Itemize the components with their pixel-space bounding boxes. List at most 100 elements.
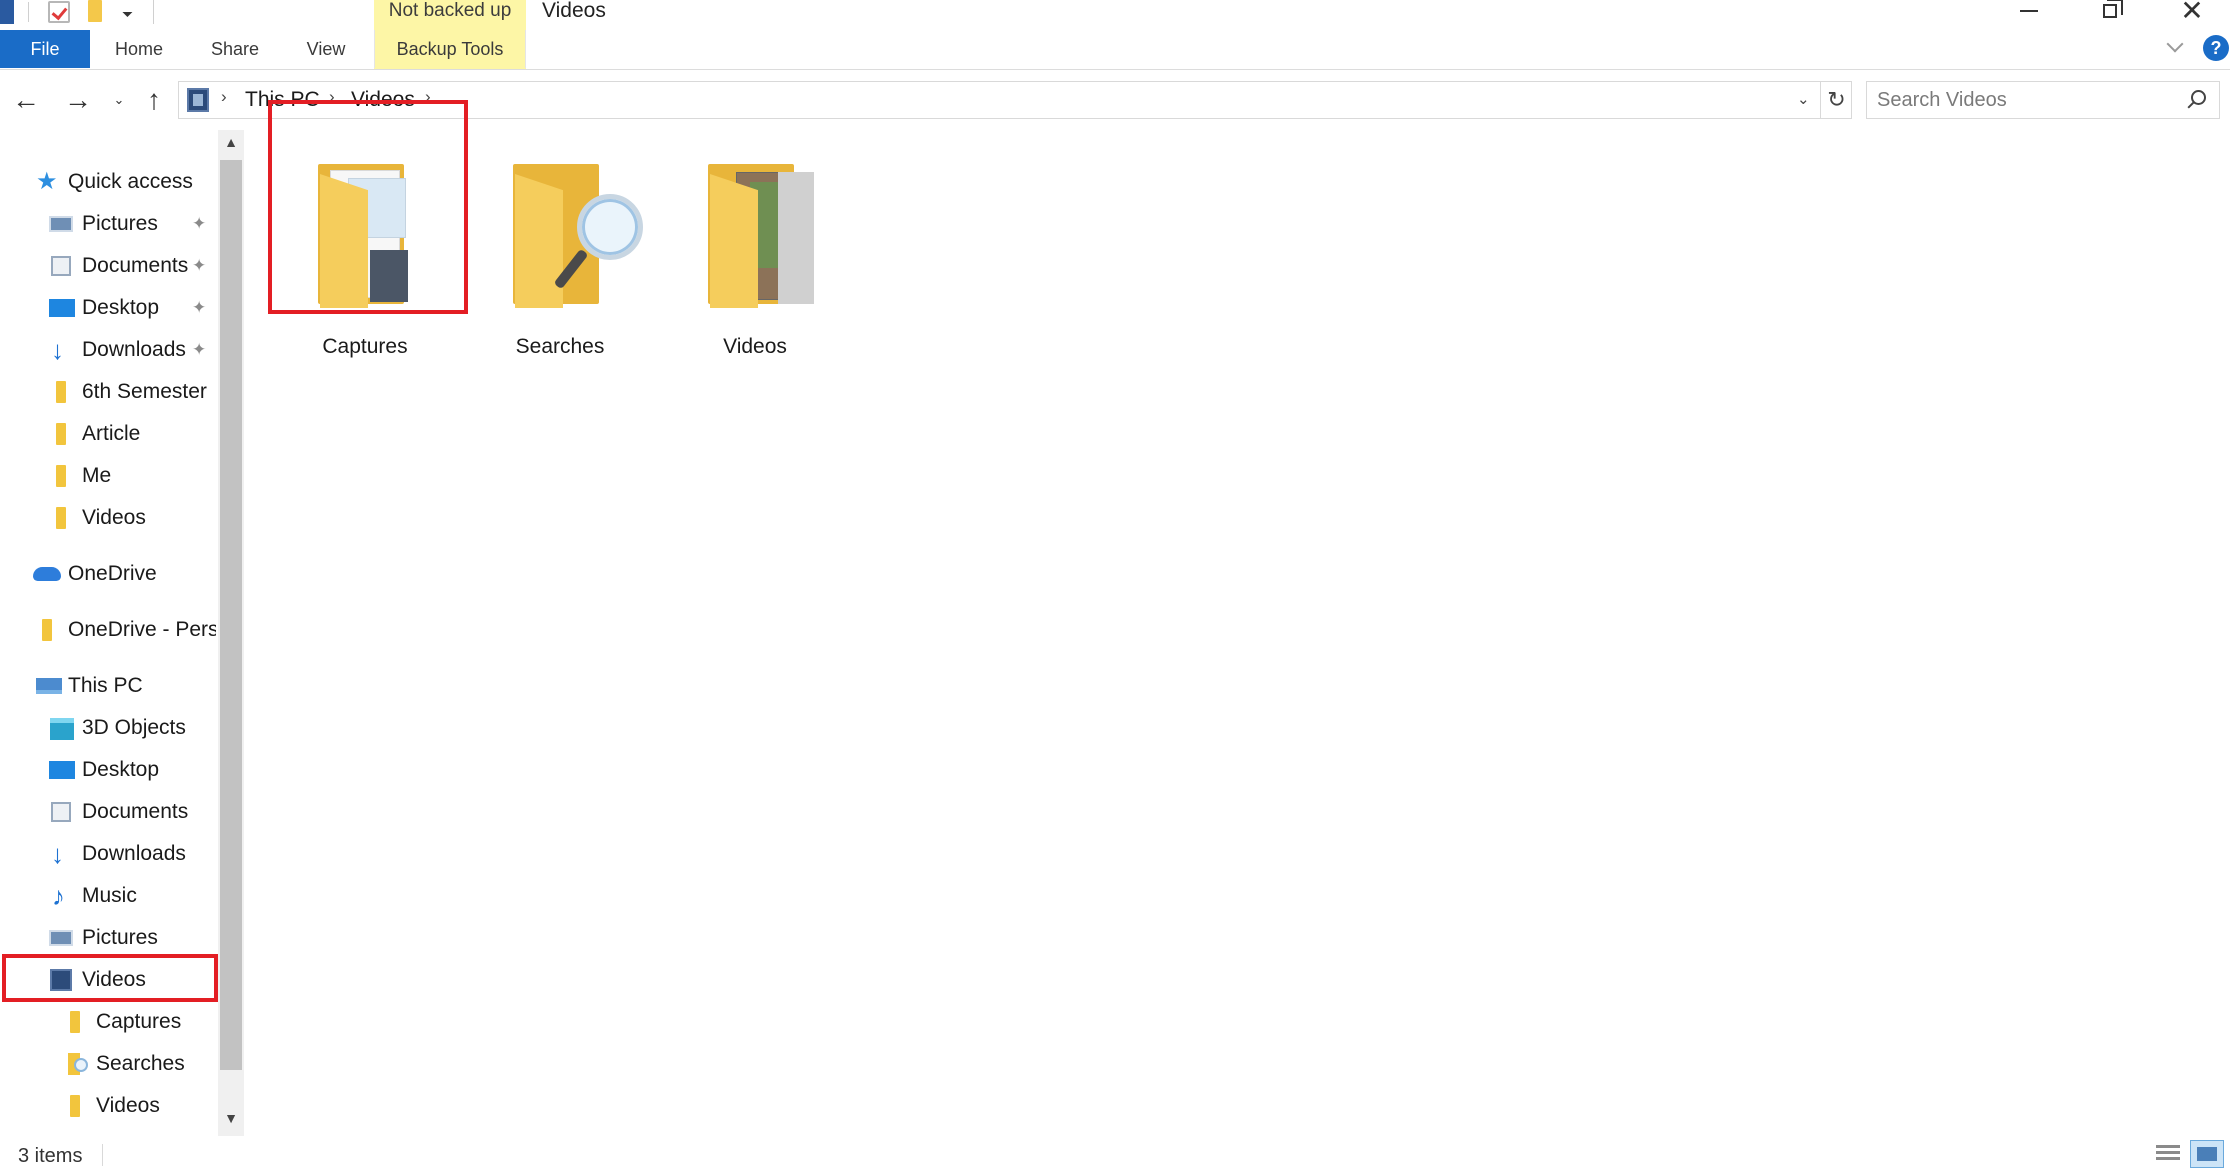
expand-ribbon-chevron-icon[interactable] — [2166, 38, 2184, 56]
status-divider — [102, 1144, 103, 1166]
item-count: 3 items — [18, 1145, 83, 1167]
nav-item-this-pc[interactable]: This PC — [0, 666, 216, 706]
nav-item-label: Downloads — [82, 338, 186, 361]
minimize-button[interactable] — [1999, 0, 2059, 22]
nav-item-captures[interactable]: Captures — [0, 1002, 216, 1042]
desktop-icon — [49, 761, 75, 779]
tab-backup-tools[interactable]: Backup Tools — [374, 30, 526, 68]
folder-icon — [56, 381, 66, 403]
scroll-down-icon[interactable]: ▼ — [218, 1110, 244, 1132]
nav-item-quick-access[interactable]: ★ Quick access — [0, 162, 216, 202]
ribbon: File Home Share View Backup Tools ? — [0, 26, 2230, 70]
toolbar-divider — [28, 2, 29, 22]
nav-item-downloads[interactable]: ↓ Downloads — [0, 834, 216, 874]
nav-item-label: Music — [82, 884, 137, 907]
folder-label: Videos — [723, 335, 787, 358]
file-list-area: Captures Searches Videos — [250, 100, 2230, 1136]
breadcrumb-chevron-icon[interactable]: › — [221, 87, 227, 107]
music-icon: ♪ — [52, 881, 65, 911]
folder-tile-videos[interactable]: Videos — [660, 154, 850, 358]
recent-locations-button[interactable]: ⌄ — [108, 84, 130, 116]
nav-item-label: Documents — [82, 800, 189, 823]
help-button[interactable]: ? — [2203, 35, 2229, 61]
nav-item-onedrive[interactable]: OneDrive — [0, 554, 216, 594]
pin-icon: ✦ — [192, 298, 207, 317]
search-icon[interactable] — [2185, 89, 2207, 111]
nav-item-label: Downloads — [82, 842, 186, 865]
downloads-icon: ↓ — [51, 335, 64, 365]
folder-icon — [56, 507, 66, 529]
folder-front — [710, 174, 758, 308]
nav-item-videos-quick[interactable]: Videos — [0, 498, 216, 538]
nav-item-documents-pinned[interactable]: Documents ✦ — [0, 246, 216, 286]
computer-icon — [36, 678, 62, 694]
back-arrow-icon: ← — [12, 84, 40, 115]
pin-icon: ✦ — [192, 340, 207, 359]
videos-highlight-box — [2, 954, 218, 1002]
back-button[interactable]: ← — [10, 84, 42, 116]
customize-dropdown-icon[interactable]: ⏷ — [122, 6, 133, 23]
nav-item-searches[interactable]: Searches — [0, 1044, 216, 1084]
folder-icon — [42, 619, 52, 641]
search-input[interactable] — [1877, 86, 2177, 114]
nav-item-desktop[interactable]: Desktop — [0, 750, 216, 790]
captures-highlight-box — [268, 100, 468, 314]
forward-arrow-icon: → — [64, 84, 92, 115]
nav-item-desktop-pinned[interactable]: Desktop ✦ — [0, 288, 216, 328]
window-title: Videos — [542, 0, 606, 22]
nav-item-me[interactable]: Me — [0, 456, 216, 496]
app-icon[interactable] — [0, 0, 14, 24]
close-button[interactable]: ✕ — [2162, 0, 2222, 26]
documents-icon — [51, 802, 71, 822]
details-view-icon[interactable] — [2154, 1142, 2182, 1166]
nav-item-music[interactable]: ♪ Music — [0, 876, 216, 916]
new-folder-icon[interactable] — [88, 0, 102, 22]
nav-item-3d-objects[interactable]: 3D Objects — [0, 708, 216, 748]
nav-item-6th-semester[interactable]: 6th Semester — [0, 372, 216, 412]
folder-tile-searches[interactable]: Searches — [465, 154, 655, 358]
downloads-icon: ↓ — [51, 839, 64, 869]
properties-icon[interactable] — [48, 1, 70, 23]
restore-button[interactable] — [2080, 0, 2140, 22]
tab-view[interactable]: View — [288, 30, 364, 68]
folder-label: Captures — [322, 335, 408, 358]
nav-item-onedrive-personal[interactable]: OneDrive - Pers — [0, 610, 216, 650]
nav-item-label: Desktop — [82, 296, 160, 319]
nav-item-videos-sub[interactable]: Videos — [0, 1086, 216, 1126]
documents-icon — [51, 256, 71, 276]
up-button[interactable]: ↑ — [140, 84, 168, 116]
nav-item-label: Pictures — [82, 926, 158, 949]
star-icon: ★ — [36, 168, 58, 195]
videos-library-icon — [187, 88, 209, 112]
nav-item-pictures-pinned[interactable]: Pictures ✦ — [0, 204, 216, 244]
file-explorer-window: ⏷ Not backed up Videos ✕ File Home Share… — [0, 0, 2230, 1173]
tab-home[interactable]: Home — [100, 30, 178, 68]
nav-item-label: 3D Objects — [82, 716, 186, 739]
refresh-button[interactable]: ↻ — [1820, 82, 1852, 118]
tab-file[interactable]: File — [0, 30, 90, 68]
folder-front — [515, 174, 563, 308]
search-box[interactable] — [1866, 81, 2220, 119]
video-thumbnail — [778, 172, 814, 304]
contextual-tab-group-label: Not backed up — [388, 0, 512, 21]
cloud-icon — [33, 567, 61, 581]
nav-item-article[interactable]: Article — [0, 414, 216, 454]
tab-share[interactable]: Share — [196, 30, 274, 68]
scrollbar-thumb[interactable] — [220, 160, 242, 1070]
nav-item-downloads-pinned[interactable]: ↓ Downloads ✦ — [0, 330, 216, 370]
nav-item-documents[interactable]: Documents — [0, 792, 216, 832]
nav-item-label: Quick access — [68, 170, 193, 193]
nav-item-pictures[interactable]: Pictures — [0, 918, 216, 958]
folder-icon — [70, 1011, 80, 1033]
nav-item-label: Videos — [96, 1094, 160, 1117]
address-history-dropdown-icon[interactable]: ⌄ — [1797, 90, 1810, 108]
large-icons-view-icon[interactable] — [2190, 1140, 2224, 1168]
title-bar: ⏷ — [0, 0, 2230, 26]
nav-item-label: Videos — [82, 506, 146, 529]
scroll-up-icon[interactable]: ▲ — [218, 134, 244, 156]
chevron-down-icon: ⌄ — [113, 92, 125, 107]
close-icon: ✕ — [2180, 0, 2204, 26]
forward-button[interactable]: → — [62, 84, 94, 116]
nav-pane-scrollbar[interactable]: ▲ ▼ — [218, 130, 244, 1136]
search-folder-icon — [68, 1053, 88, 1075]
